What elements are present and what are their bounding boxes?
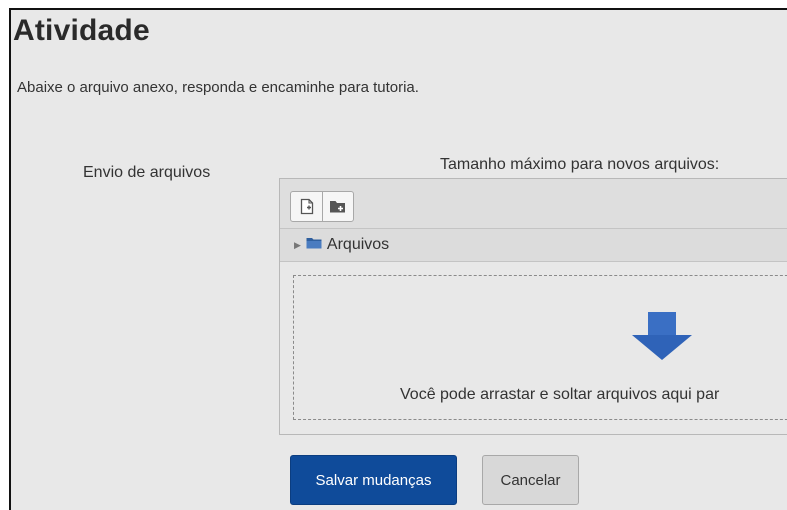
arrow-down-icon (630, 312, 694, 367)
drop-zone-text: Você pode arrastar e soltar arquivos aqu… (400, 386, 720, 403)
add-file-icon (300, 198, 313, 215)
file-drop-zone[interactable]: Você pode arrastar e soltar arquivos aqu… (293, 275, 787, 420)
file-upload-label: Envio de arquivos (83, 164, 211, 181)
cancel-button[interactable]: Cancelar (482, 455, 579, 505)
main-content: Atividade Abaixe o arquivo anexo, respon… (9, 8, 787, 510)
create-folder-button[interactable] (322, 192, 353, 221)
create-folder-icon (330, 201, 345, 213)
folder-icon (306, 236, 322, 254)
expand-triangle-icon[interactable]: ▶ (294, 240, 301, 251)
intro-text: Abaixe o arquivo anexo, responda e encam… (17, 79, 419, 96)
file-path-bar: ▶ Arquivos (280, 229, 787, 262)
max-file-size-text: Tamanho máximo para novos arquivos: (440, 156, 720, 173)
file-manager-toolbar (280, 179, 787, 229)
page-title: Atividade (13, 14, 150, 47)
save-changes-button[interactable]: Salvar mudanças (290, 455, 457, 505)
folder-label-arquivos[interactable]: Arquivos (327, 236, 389, 254)
file-manager: ▶ Arquivos Você pode arrastar e soltar a… (279, 178, 787, 435)
add-file-button[interactable] (291, 192, 322, 221)
toolbar-button-group (290, 191, 354, 222)
